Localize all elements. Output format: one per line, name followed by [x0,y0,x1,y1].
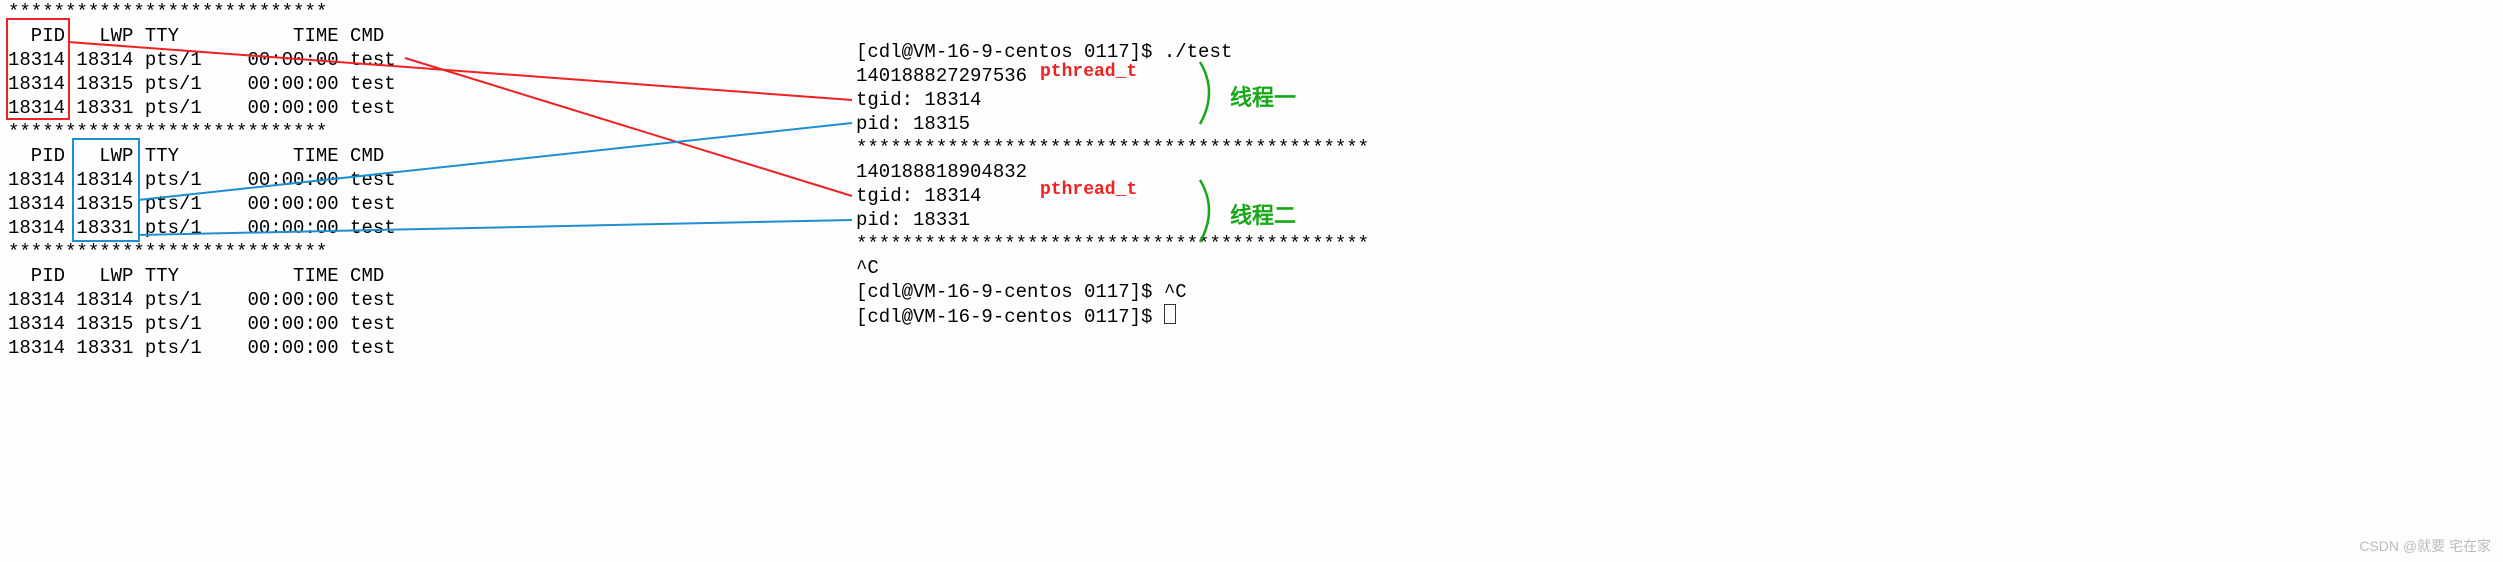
pid-line: pid: 18331 [856,209,970,231]
ps-header: PID LWP TTY TIME CMD [8,25,384,47]
ps-row: 18314 18331 pts/1 00:00:00 test [8,337,396,359]
pthread-id: 140188818904832 [856,161,1027,183]
ps-header: PID LWP TTY TIME CMD [8,145,384,167]
stars-line: **************************** [8,241,327,263]
ps-row: 18314 18331 pts/1 00:00:00 test [8,97,396,119]
stars-line: **************************** [8,121,327,143]
shell-prompt[interactable]: [cdl@VM-16-9-centos 0117]$ ./test [856,41,1232,63]
shell-prompt-line[interactable]: [cdl@VM-16-9-centos 0117]$ [856,306,1176,328]
ps-row: 18314 18314 pts/1 00:00:00 test [8,169,396,191]
thread-one-label: 线程一 [1230,80,1296,112]
pthread-t-label: pthread_t [1040,62,1137,82]
ps-row: 18314 18314 pts/1 00:00:00 test [8,49,396,71]
stars-line: ****************************************… [856,137,1369,159]
ctrl-c: ^C [856,257,879,279]
thread-two-label: 线程二 [1230,198,1296,230]
ps-row: 18314 18314 pts/1 00:00:00 test [8,289,396,311]
red-line-2 [405,58,852,196]
stars-line: **************************** [8,1,327,23]
ps-row: 18314 18315 pts/1 00:00:00 test [8,73,396,95]
cursor-icon [1164,304,1176,324]
tgid-line: tgid: 18314 [856,89,981,111]
shell-prompt-text: [cdl@VM-16-9-centos 0117]$ [856,306,1164,328]
tgid-line: tgid: 18314 [856,185,981,207]
left-terminal: **************************** PID LWP TTY… [8,0,396,360]
pthread-t-label: pthread_t [1040,180,1137,200]
watermark: CSDN @就要 宅在家 [2359,536,2491,556]
pthread-id: 140188827297536 [856,65,1027,87]
stars-line: ****************************************… [856,233,1369,255]
ps-row: 18314 18315 pts/1 00:00:00 test [8,313,396,335]
ps-header: PID LWP TTY TIME CMD [8,265,384,287]
ps-row: 18314 18331 pts/1 00:00:00 test [8,217,396,239]
pid-line: pid: 18315 [856,113,970,135]
shell-prompt[interactable]: [cdl@VM-16-9-centos 0117]$ ^C [856,281,1187,303]
ps-row: 18314 18315 pts/1 00:00:00 test [8,193,396,215]
